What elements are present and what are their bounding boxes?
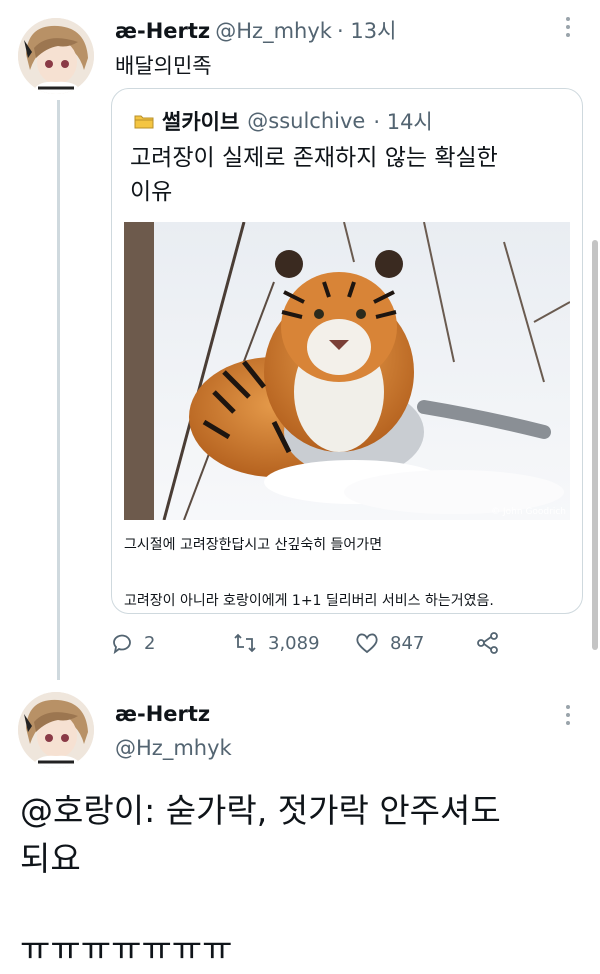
author-handle[interactable]: @Hz_mhyk [215, 19, 332, 43]
avatar-illustration [18, 692, 94, 768]
avatar[interactable] [18, 692, 94, 768]
thread-connector-line [57, 100, 60, 680]
avatar[interactable] [18, 18, 94, 94]
author-name[interactable]: æ-Hertz [115, 19, 210, 43]
quote-time: · 14시 [373, 110, 433, 134]
reply-icon [113, 634, 131, 655]
retweet-icon [234, 633, 256, 653]
tweet-text-line2: 되요 [20, 839, 81, 878]
tweet-text-line3: ㅠㅠㅠㅠㅠㅠㅠ [20, 929, 233, 968]
caption-line2: 고려장이 아니라 호랑이에게 1+1 딜리버리 서비스 하는거였음. [124, 593, 494, 609]
scrollbar[interactable] [592, 240, 598, 650]
quote-text-line1: 고려장이 실제로 존재하지 않는 확실한 [130, 145, 498, 171]
quote-header: 썰카이브 @ssulchive · 14시 [134, 106, 433, 136]
reply-button[interactable]: 2 [110, 631, 155, 655]
quote-text-line2: 이유 [130, 179, 173, 205]
more-icon[interactable] [562, 16, 574, 42]
folder-icon [134, 114, 154, 129]
retweet-count: 3,089 [268, 632, 320, 654]
tweet-text-line1: @호랑이: 숟가락, 젓가락 안주셔도 [20, 791, 501, 830]
tweet-text: 배달의민족 [115, 54, 212, 78]
avatar-illustration [18, 18, 94, 94]
quote-author-name: 썰카이브 [162, 110, 240, 134]
quote-author-handle: @ssulchive [247, 109, 366, 133]
author-handle[interactable]: @Hz_mhyk [115, 736, 232, 760]
tweet-time[interactable]: · 13시 [337, 19, 396, 43]
tiger-photo[interactable]: © John Goodrich [124, 222, 570, 520]
author-name[interactable]: æ-Hertz [115, 702, 210, 726]
reply-count: 2 [144, 632, 156, 654]
like-count: 847 [390, 632, 425, 654]
share-button[interactable] [476, 631, 500, 655]
caption-line1: 그시절에 고려장한답시고 산깊숙히 들어가면 [124, 537, 383, 553]
tiger-illustration [124, 222, 570, 520]
share-icon [477, 632, 498, 654]
more-icon[interactable] [562, 704, 574, 730]
heart-icon [356, 633, 378, 654]
photo-credit: © John Goodrich [491, 507, 566, 517]
retweet-button[interactable]: 3,089 [232, 631, 320, 655]
like-button[interactable]: 847 [354, 631, 424, 655]
tweet-header: æ-Hertz @Hz_mhyk · 13시 [115, 15, 396, 45]
